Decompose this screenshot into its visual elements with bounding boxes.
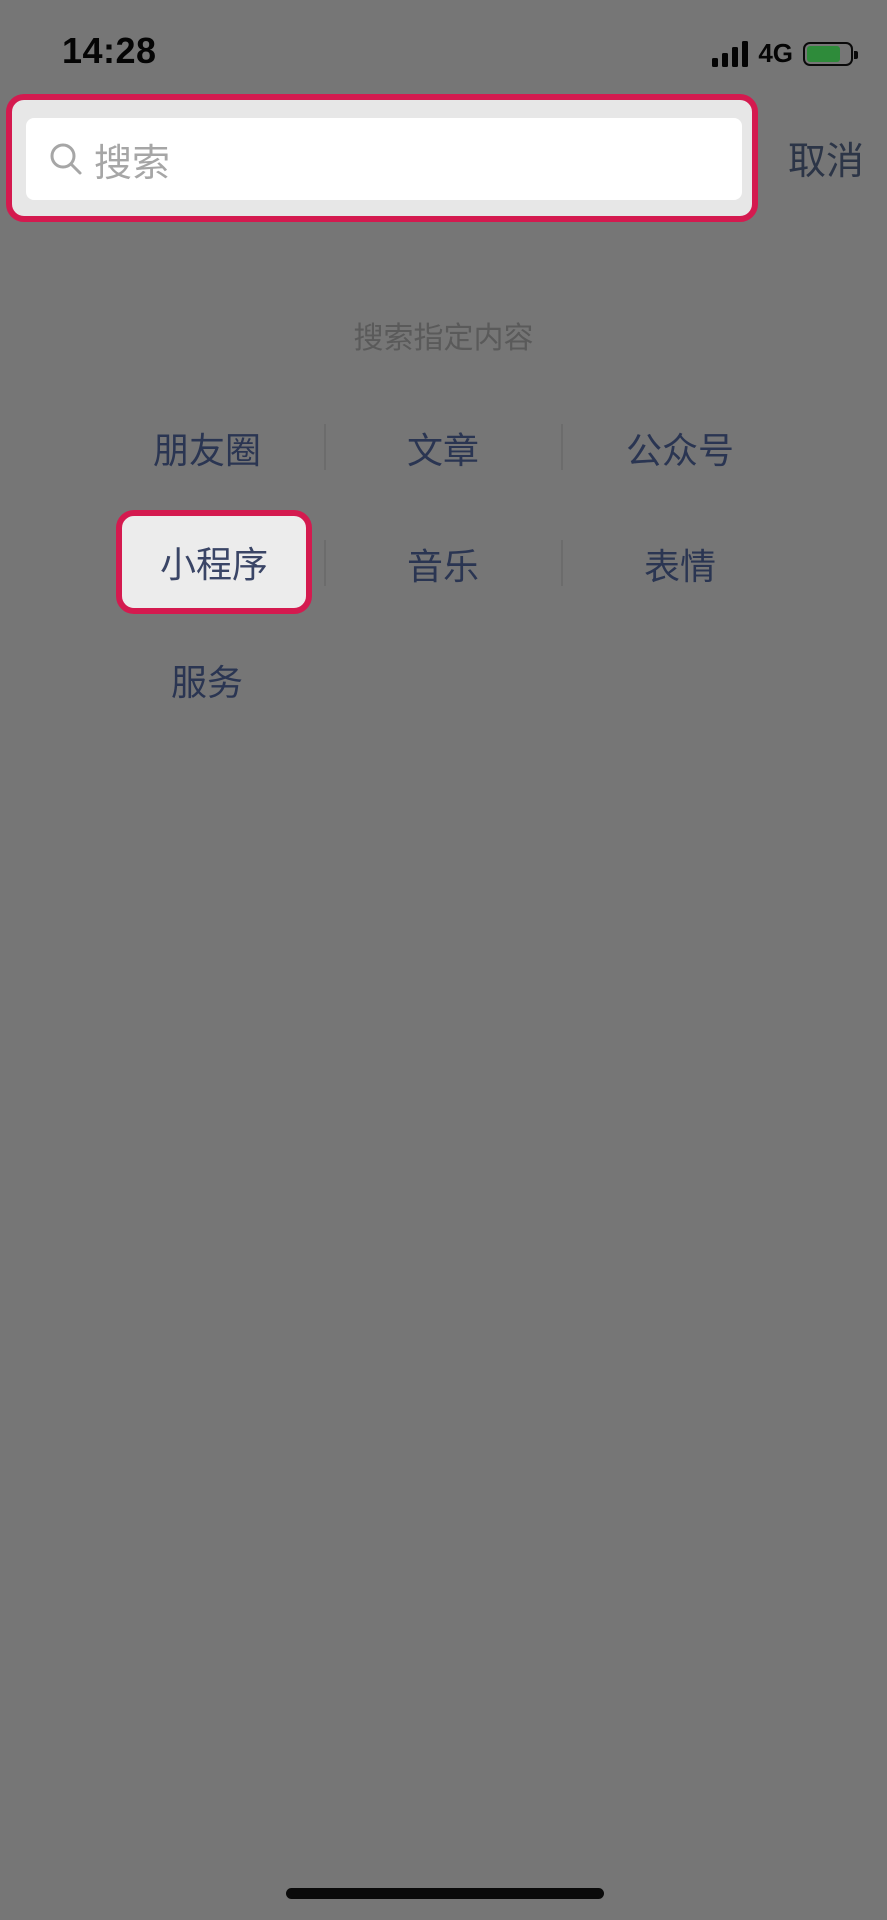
search-input[interactable]: 搜索 xyxy=(26,118,742,200)
category-music[interactable]: 音乐 xyxy=(325,524,561,604)
signal-icon xyxy=(712,40,749,67)
category-official-accounts[interactable]: 公众号 xyxy=(562,408,798,488)
home-indicator[interactable] xyxy=(286,1888,604,1899)
category-stickers[interactable]: 表情 xyxy=(562,524,798,604)
search-icon xyxy=(48,141,84,177)
search-placeholder: 搜索 xyxy=(94,140,171,185)
status-indicators: 4G xyxy=(712,38,858,69)
screen: 14:28 4G 搜索 取消 搜索指定内容 朋友圈 文章 公众号 小程序 音乐 … xyxy=(0,0,887,1920)
network-type: 4G xyxy=(758,38,793,68)
category-moments[interactable]: 朋友圈 xyxy=(89,408,325,488)
category-services[interactable]: 服务 xyxy=(89,640,325,720)
cancel-button[interactable]: 取消 xyxy=(788,130,864,185)
category-articles[interactable]: 文章 xyxy=(325,408,561,488)
battery-icon xyxy=(803,41,858,66)
status-time: 14:28 xyxy=(62,30,157,71)
battery-level xyxy=(807,45,840,62)
search-bar-highlight: 搜索 xyxy=(6,94,758,222)
category-mini-programs[interactable]: 小程序 xyxy=(116,510,312,614)
section-title: 搜索指定内容 xyxy=(353,321,534,356)
